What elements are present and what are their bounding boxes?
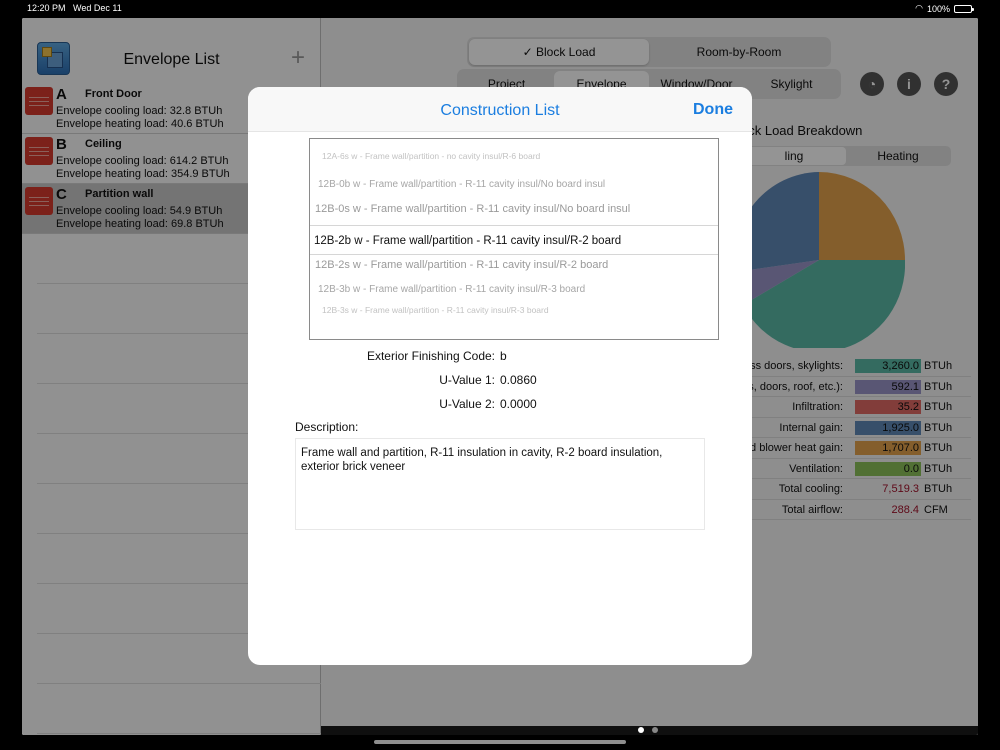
u-value-2: 0.0000 <box>500 397 537 411</box>
battery-icon <box>954 4 974 13</box>
picker-option[interactable]: 12A-6s w - Frame wall/partition - no cav… <box>310 151 718 163</box>
picker-option[interactable]: 12B-3s w - Frame wall/partition - R-11 c… <box>310 305 718 315</box>
u-value-2-label: U-Value 2: <box>439 397 495 411</box>
modal-header: Construction List Done <box>248 87 752 132</box>
finishing-value: b <box>500 349 507 363</box>
u-value-1: 0.0860 <box>500 373 537 387</box>
home-indicator[interactable] <box>374 740 626 744</box>
finishing-label: Exterior Finishing Code: <box>366 349 495 363</box>
status-bar: 12:20 PM Wed Dec 11 ◠ 100% <box>0 0 1000 16</box>
status-right: ◠ 100% <box>915 3 974 14</box>
description-text: Frame wall and partition, R-11 insulatio… <box>295 438 705 530</box>
description-label: Description: <box>295 420 359 434</box>
picker-option[interactable]: 12B-2s w - Frame wall/partition - R-11 c… <box>310 259 718 271</box>
construction-list-modal: Construction List Done 12A-6s w - Frame … <box>248 87 752 665</box>
modal-title: Construction List <box>440 102 560 119</box>
page-indicator <box>638 727 658 733</box>
wifi-icon: ◠ <box>915 3 923 13</box>
construction-picker[interactable]: 12A-6s w - Frame wall/partition - no cav… <box>309 138 719 340</box>
status-time: 12:20 PM Wed Dec 11 <box>27 3 122 13</box>
picker-option[interactable]: 12B-0b w - Frame wall/partition - R-11 c… <box>310 179 718 190</box>
picker-option[interactable]: 12B-3b w - Frame wall/partition - R-11 c… <box>310 284 718 295</box>
done-button[interactable]: Done <box>693 101 733 119</box>
picker-option[interactable]: 12B-0s w - Frame wall/partition - R-11 c… <box>310 203 718 215</box>
battery-percent: 100% <box>926 3 950 14</box>
picker-selected-option[interactable]: 12B-2b w - Frame wall/partition - R-11 c… <box>310 225 718 255</box>
u-value-1-label: U-Value 1: <box>439 373 495 387</box>
